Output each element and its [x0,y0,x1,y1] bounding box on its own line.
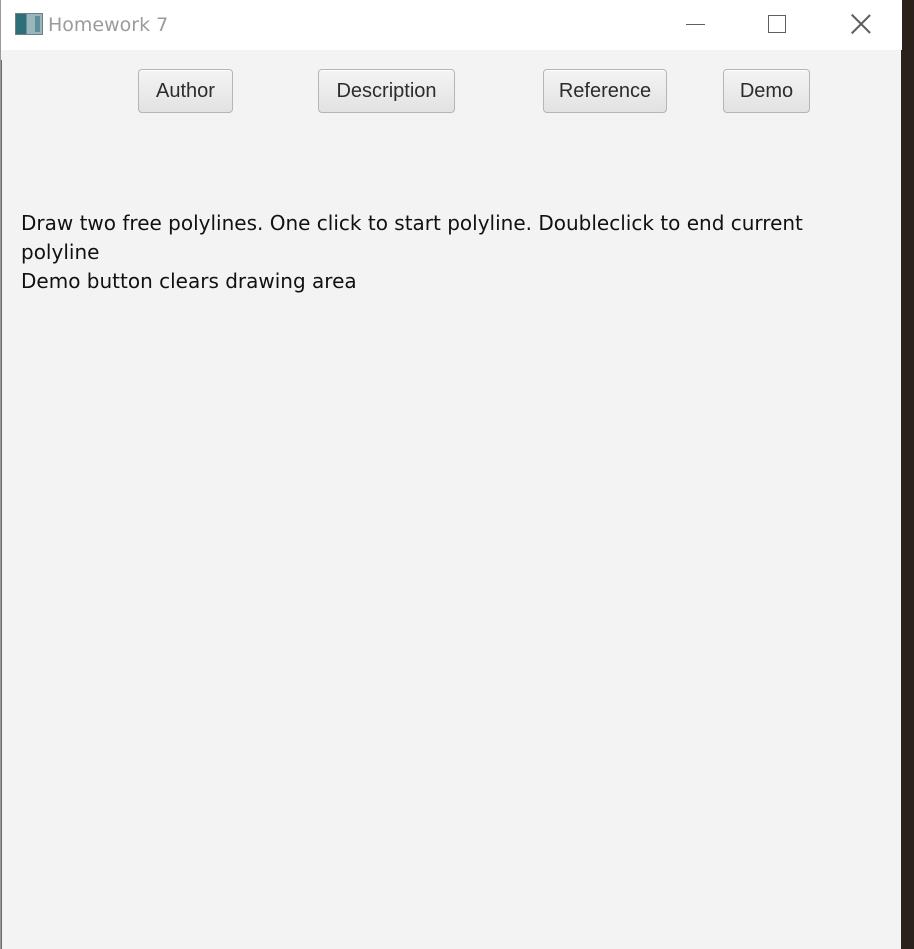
close-button[interactable] [829,0,891,50]
close-icon [851,14,871,34]
window-titlebar[interactable]: Homework 7 [1,0,902,50]
minimize-icon [686,24,705,25]
maximize-button[interactable] [745,0,807,50]
drawing-area[interactable] [1,270,902,949]
window-edge [1,60,2,949]
app-window-icon [15,13,43,35]
maximize-icon [768,15,786,33]
demo-button[interactable]: Demo [723,69,810,113]
window-title: Homework 7 [48,14,169,36]
minimize-button[interactable] [664,0,726,50]
author-button[interactable]: Author [138,69,233,113]
description-button[interactable]: Description [318,69,455,113]
application-window: Homework 7 Author Description Reference … [0,0,902,949]
reference-button[interactable]: Reference [543,69,667,113]
